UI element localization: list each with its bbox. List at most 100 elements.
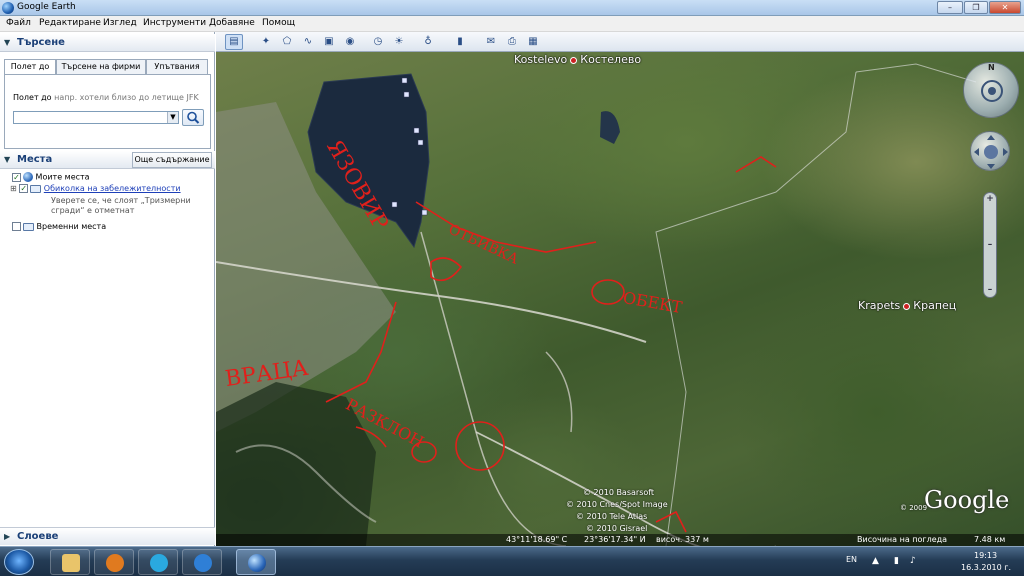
place-dot-icon — [570, 56, 578, 64]
menu-add[interactable]: Добавяне — [209, 18, 255, 28]
checkbox-checked-icon[interactable]: ✓ — [12, 172, 21, 182]
layers-panel-header[interactable]: ▶ Слоеве — [0, 527, 215, 545]
search-hint: Полет до напр. хотели близо до летище JF… — [13, 93, 199, 102]
image-overlay-icon[interactable]: ▣ — [320, 34, 338, 50]
checkbox-checked-icon[interactable]: ✓ — [19, 184, 29, 193]
folder-icon — [23, 222, 34, 231]
tree-item-sightseeing-tour[interactable]: ⊞ ✓ Обиколка на забележителности — [10, 184, 181, 196]
place-label-krapets[interactable]: Krapets Крапец — [858, 299, 956, 312]
expand-plus-icon[interactable]: ⊞ — [10, 184, 17, 193]
historical-imagery-icon[interactable]: ◷ — [369, 34, 387, 50]
place-label-cyrillic: Костелево — [580, 53, 642, 66]
zoom-in-icon[interactable]: + — [984, 194, 996, 204]
start-button[interactable] — [4, 549, 34, 575]
taskbar-explorer[interactable] — [50, 549, 90, 575]
search-hint-label: Полет до — [13, 93, 52, 102]
edit-point-marker[interactable] — [413, 127, 420, 134]
tab-directions[interactable]: Упътвания — [146, 59, 208, 74]
print-icon[interactable]: ⎙ — [503, 34, 521, 50]
search-hint-placeholder: напр. хотели близо до летище JFK — [54, 93, 199, 102]
email-icon[interactable]: ✉ — [482, 34, 500, 50]
maximize-button[interactable]: ❐ — [964, 1, 988, 14]
menu-edit[interactable]: Редактиране — [39, 18, 101, 28]
imagery-credit: © 2010 Basarsoft — [583, 488, 655, 497]
zoom-out-icon[interactable]: – — [984, 285, 996, 295]
search-icon — [187, 111, 200, 124]
tray-arrow-icon[interactable]: ▲ — [872, 556, 879, 566]
place-label-kostelevo[interactable]: Kostelevo Костелево — [514, 53, 641, 66]
road — [420, 231, 567, 546]
record-tour-icon[interactable]: ◉ — [341, 34, 359, 50]
imagery-credit: © 2010 Tele Atlas — [576, 512, 648, 521]
menu-file[interactable]: Файл — [6, 18, 31, 28]
zoom-slider[interactable]: + – – — [983, 192, 997, 298]
look-around-control[interactable]: N — [963, 62, 1019, 118]
place-label-cyrillic: Крапец — [913, 299, 957, 312]
folder-icon — [30, 184, 42, 193]
taskbar-skype[interactable] — [138, 549, 178, 575]
google-logo: Google — [924, 486, 1010, 514]
edit-point-marker[interactable] — [403, 91, 410, 98]
edit-point-marker[interactable] — [391, 201, 398, 208]
search-panel-header[interactable]: ▼ Търсене — [0, 34, 215, 52]
year-mark: © 2009 — [900, 504, 928, 512]
tree-item-label: Моите места — [35, 172, 90, 182]
menu-tools[interactable]: Инструменти — [143, 18, 206, 28]
folder-icon — [62, 554, 80, 572]
imagery-credit: © 2010 Gisrael — [586, 524, 648, 533]
sunlight-icon[interactable]: ☀ — [390, 34, 408, 50]
language-indicator[interactable]: EN — [846, 555, 857, 564]
search-button[interactable] — [182, 109, 204, 126]
tree-item-note: Уверете се, че слоят „Тризмерни сгради“ … — [51, 196, 191, 215]
tree-item-my-places[interactable]: ✓ Моите места — [12, 172, 90, 184]
move-control[interactable] — [970, 131, 1010, 171]
place-dot-icon — [903, 302, 911, 310]
tab-fly-to[interactable]: Полет до — [4, 59, 56, 75]
volume-icon[interactable]: ♪ — [910, 556, 916, 566]
add-content-button[interactable]: Още съдържание — [132, 152, 212, 168]
search-input[interactable]: ▼ — [13, 111, 179, 124]
polygon-icon[interactable]: ⬠ — [278, 34, 296, 50]
edit-point-marker[interactable] — [417, 139, 424, 146]
place-label-latin: Krapets — [858, 299, 901, 312]
checkbox-unchecked-icon[interactable] — [12, 222, 21, 231]
tab-find-businesses[interactable]: Търсене на фирми — [56, 59, 146, 74]
tree-item-link[interactable]: Обиколка на забележителности — [44, 184, 181, 193]
sidebar-toggle-icon[interactable]: ▤ — [225, 34, 243, 50]
imagery-credit: © 2010 Cnes/Spot Image — [566, 500, 668, 509]
collapse-arrow-icon: ▼ — [4, 155, 11, 164]
path-icon[interactable]: ∿ — [299, 34, 317, 50]
taskbar-media-player[interactable] — [94, 549, 134, 575]
taskbar-internet-explorer[interactable] — [182, 549, 222, 575]
longitude-readout: 23°36'17.34" И — [584, 535, 646, 544]
placemark-icon[interactable]: ✦ — [257, 34, 275, 50]
taskbar-google-earth[interactable] — [236, 549, 276, 575]
clock-date[interactable]: 16.3.2010 г. — [961, 563, 1011, 572]
tree-item-temporary-places[interactable]: Временни места — [12, 222, 106, 234]
eye-altitude-value: 7.48 км — [974, 535, 1006, 544]
sidebar: ▼ Търсене Полет до Търсене на фирми Упът… — [0, 32, 215, 546]
ruler-icon[interactable]: ▮ — [451, 34, 469, 50]
place-label-latin: Kostelevo — [514, 53, 568, 66]
zoom-thumb-icon[interactable]: – — [984, 240, 996, 250]
edit-point-marker[interactable] — [421, 209, 428, 216]
close-button[interactable]: ✕ — [989, 1, 1021, 14]
menu-help[interactable]: Помощ — [262, 18, 295, 28]
places-panel-title: Места — [17, 154, 53, 165]
media-player-icon — [106, 554, 124, 572]
eye-altitude-label: Височина на погледа — [857, 535, 948, 544]
road — [545, 351, 573, 433]
internet-explorer-icon — [194, 554, 212, 572]
hand-icon — [974, 135, 1008, 169]
view-in-maps-icon[interactable]: ▦ — [524, 34, 542, 50]
menu-view[interactable]: Изглед — [103, 18, 137, 28]
map-view[interactable]: ЯЗОВИР ВРАЦА РАЗКЛОН ОТБИВКА ОБЕКТ Koste… — [216, 52, 1024, 546]
status-bar: 43°11'18.69" С 23°36'17.34" И височ. 337… — [216, 534, 1024, 546]
title-bar: Google Earth – ❐ ✕ — [0, 0, 1024, 16]
clock-time[interactable]: 19:13 — [974, 551, 997, 560]
planets-icon[interactable]: ♁ — [419, 34, 437, 50]
dropdown-arrow-icon[interactable]: ▼ — [167, 112, 178, 123]
edit-point-marker[interactable] — [401, 77, 408, 84]
minimize-button[interactable]: – — [937, 1, 963, 14]
network-icon[interactable]: ▮ — [894, 556, 899, 566]
